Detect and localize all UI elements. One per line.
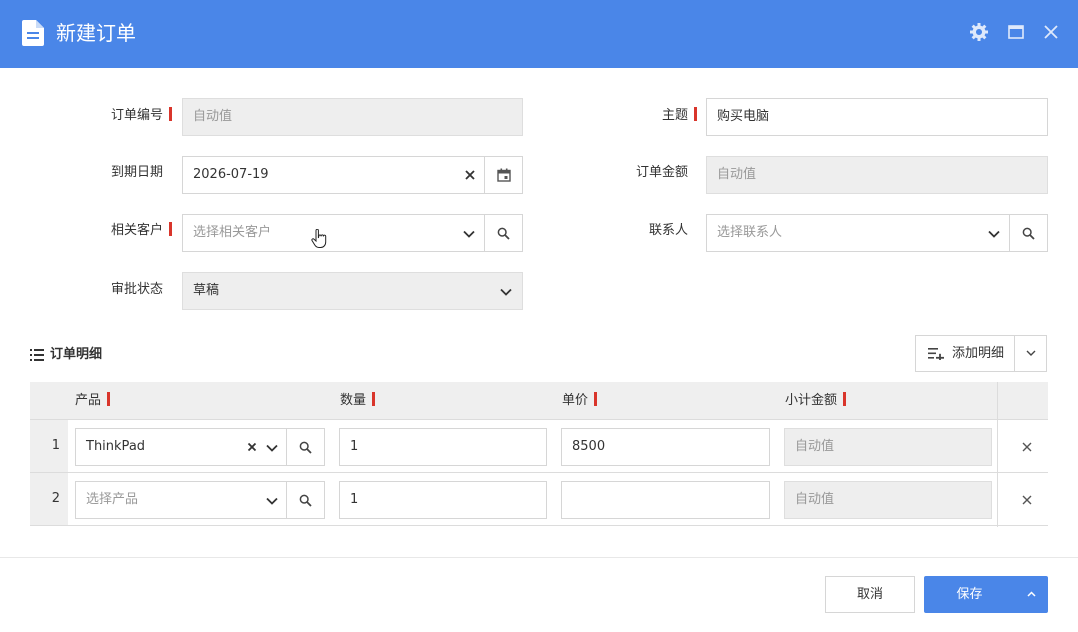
contact-select[interactable]: 选择联系人 <box>706 214 1048 252</box>
approval-status-value: 草稿 <box>193 283 220 298</box>
search-icon <box>299 494 312 507</box>
gear-icon[interactable] <box>969 22 989 42</box>
clear-icon[interactable] <box>463 168 477 182</box>
due-date-input[interactable]: 2026-07-19 <box>182 156 523 194</box>
row-number: 2 <box>30 473 68 525</box>
product-value: ThinkPad <box>86 439 146 454</box>
chevron-down-icon[interactable] <box>987 227 1001 241</box>
save-button[interactable]: 保存 <box>924 576 1015 613</box>
required-mark <box>843 392 847 406</box>
required-mark <box>372 392 376 406</box>
chevron-up-icon <box>1027 591 1036 597</box>
order-amount-field: 自动值 <box>706 156 1048 194</box>
chevron-down-icon[interactable] <box>499 285 513 299</box>
subtotal-field: 自动值 <box>784 428 992 466</box>
column-header-qty: 数量 <box>340 391 376 411</box>
table-header: 产品 数量 单价 小计金额 <box>30 382 1048 420</box>
required-mark <box>169 107 173 121</box>
hand-cursor-icon <box>311 229 327 248</box>
required-mark <box>107 392 111 406</box>
due-date-value: 2026-07-19 <box>193 167 269 182</box>
customer-placeholder: 选择相关客户 <box>193 225 272 240</box>
customer-label: 相关客户 <box>111 221 173 241</box>
required-mark <box>594 392 598 406</box>
subject-input[interactable]: 购买电脑 <box>706 98 1048 136</box>
add-detail-dropdown[interactable] <box>1014 336 1047 371</box>
cancel-button[interactable]: 取消 <box>825 576 915 613</box>
table-row: 2 选择产品 1 自动值 <box>30 473 1048 526</box>
clear-icon[interactable] <box>245 440 259 454</box>
product-select[interactable]: ThinkPad <box>75 428 325 466</box>
chevron-down-icon[interactable] <box>462 227 476 241</box>
approval-status-select[interactable]: 草稿 <box>182 272 523 310</box>
search-icon <box>299 441 312 454</box>
customer-search-button[interactable] <box>484 215 522 251</box>
save-button-group: 保存 <box>924 576 1048 613</box>
order-amount-label: 订单金额 <box>636 165 689 180</box>
add-list-icon <box>928 348 944 360</box>
product-placeholder: 选择产品 <box>86 492 139 507</box>
title-bar: 新建订单 <box>0 0 1078 68</box>
calendar-button[interactable] <box>484 157 522 193</box>
add-detail-label: 添加明细 <box>952 346 1005 361</box>
details-section-title: 订单明细 <box>30 345 102 365</box>
list-icon <box>30 349 44 361</box>
delete-row-icon[interactable] <box>1020 440 1034 454</box>
order-no-field: 自动值 <box>182 98 523 136</box>
customer-select[interactable]: 选择相关客户 <box>182 214 523 252</box>
table-row: 1 ThinkPad 1 8500 自动值 <box>30 420 1048 473</box>
document-icon <box>22 20 44 46</box>
product-search-button[interactable] <box>286 429 324 465</box>
maximize-icon[interactable] <box>1006 22 1026 42</box>
delete-row-icon[interactable] <box>1020 493 1034 507</box>
subject-label: 主题 <box>662 106 698 126</box>
order-no-label: 订单编号 <box>111 106 173 126</box>
window-title: 新建订单 <box>56 21 136 45</box>
column-header-product: 产品 <box>75 391 111 411</box>
add-detail-button-group: 添加明细 <box>915 335 1047 372</box>
price-input[interactable] <box>561 481 770 519</box>
required-mark <box>169 222 173 236</box>
row-number: 1 <box>30 420 68 472</box>
due-date-label: 到期日期 <box>111 165 164 180</box>
column-header-price: 单价 <box>562 391 598 411</box>
price-input[interactable]: 8500 <box>561 428 770 466</box>
chevron-down-icon[interactable] <box>265 441 279 455</box>
contact-label: 联系人 <box>649 223 689 238</box>
footer-divider <box>0 557 1078 558</box>
search-icon <box>1022 227 1035 240</box>
column-header-subtotal: 小计金额 <box>785 391 847 411</box>
details-title-text: 订单明细 <box>50 347 103 362</box>
qty-input[interactable]: 1 <box>339 428 547 466</box>
product-select[interactable]: 选择产品 <box>75 481 325 519</box>
product-search-button[interactable] <box>286 482 324 518</box>
save-dropdown[interactable] <box>1015 576 1048 613</box>
approval-status-label: 审批状态 <box>111 282 164 297</box>
column-divider <box>997 382 998 527</box>
close-icon[interactable] <box>1041 22 1061 42</box>
chevron-down-icon <box>1026 350 1036 356</box>
chevron-down-icon[interactable] <box>265 494 279 508</box>
qty-input[interactable]: 1 <box>339 481 547 519</box>
contact-search-button[interactable] <box>1009 215 1047 251</box>
add-detail-button[interactable]: 添加明细 <box>916 336 1014 371</box>
calendar-icon <box>496 168 511 182</box>
search-icon <box>497 227 510 240</box>
details-table: 产品 数量 单价 小计金额 1 ThinkPad 1 8500 自动值 2 选择… <box>30 382 1048 527</box>
subtotal-field: 自动值 <box>784 481 992 519</box>
contact-placeholder: 选择联系人 <box>717 225 783 240</box>
required-mark <box>694 107 698 121</box>
